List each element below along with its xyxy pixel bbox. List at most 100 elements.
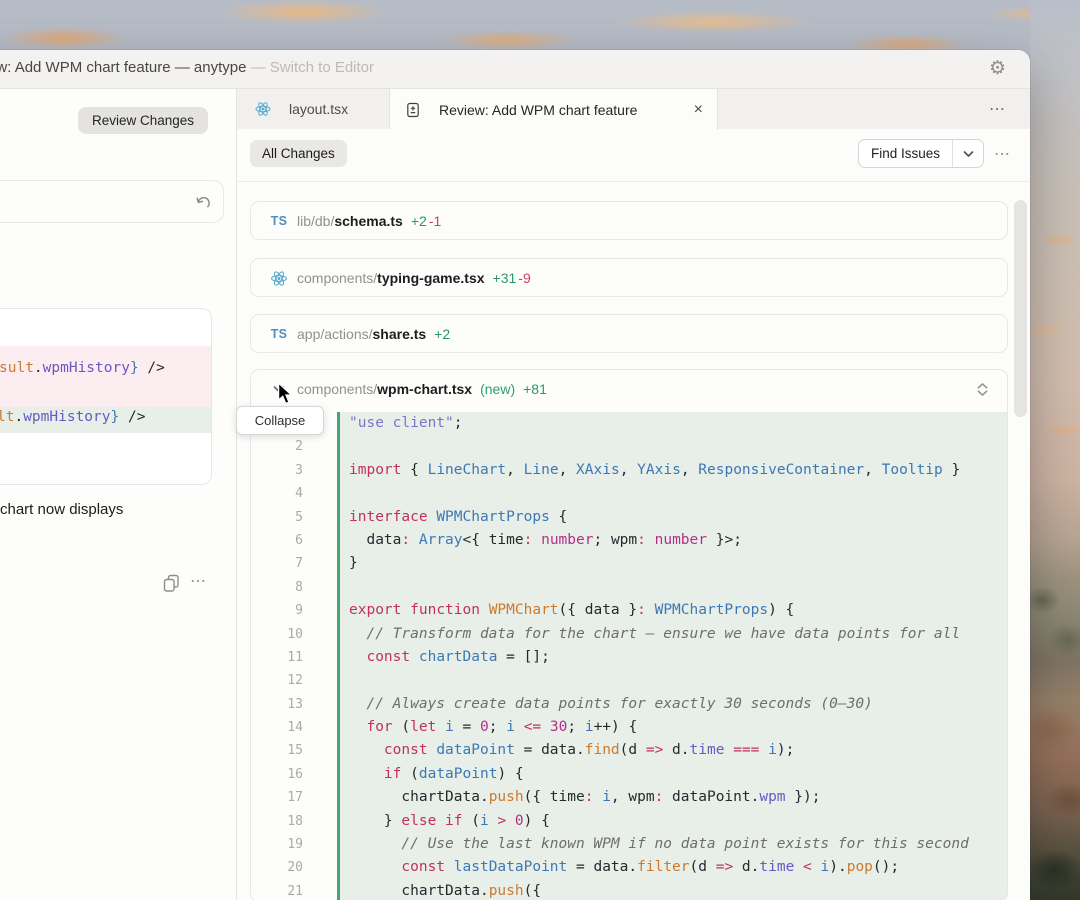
message-more-icon[interactable]: ⋯ (190, 571, 206, 591)
code-text: // Use the last known WPM if no data poi… (337, 833, 1007, 857)
code-line: 3 import { LineChart, Line, XAxis, YAxis,… (251, 458, 1007, 483)
code-line: 16 if (dataPoint) { (251, 762, 1007, 787)
code-text: } (337, 552, 1007, 576)
gear-icon[interactable]: ⚙ (989, 56, 1006, 82)
file-path: components/ (297, 270, 378, 286)
code-line: 21 chartData.push({ (251, 879, 1007, 900)
window-title-primary: Review: Add WPM chart feature — anytype (0, 59, 247, 76)
tab-label: Review: Add WPM chart feature (439, 101, 638, 118)
line-number: 16 (287, 766, 303, 782)
review-side-panel: Review Changes sult.wpmHistory} /> lt.wp… (0, 89, 237, 900)
react-icon (255, 102, 271, 116)
code-text: for (let i = 0; i <= 30; i++) { (337, 716, 1007, 740)
find-issues-label: Find Issues (871, 146, 941, 161)
close-icon[interactable]: × (694, 101, 703, 118)
react-icon (271, 270, 287, 286)
diff-snippet-card: sult.wpmHistory} /> lt.wpmHistory} /> (0, 308, 212, 485)
code-diff-view[interactable]: 1"use client"; 2 3 import { LineChart, Line… (251, 410, 1007, 900)
code-text: } else if (i > 0) { (337, 809, 1007, 834)
chat-input[interactable] (0, 180, 224, 223)
file-card-schema[interactable]: TS lib/db/schema.ts +2 -1 (250, 201, 1008, 240)
file-name: wpm-chart.tsx (377, 381, 473, 397)
added-count: +2 (410, 213, 427, 229)
chevron-down-icon[interactable] (952, 140, 983, 167)
tab-review[interactable]: Review: Add WPM chart feature × (390, 89, 718, 130)
added-count: +31 (492, 270, 517, 286)
code-text: chartData.push({ time: i, wpm: dataPoint… (337, 786, 1007, 810)
file-card-typing-game[interactable]: components/typing-game.tsx +31 -9 (250, 258, 1008, 297)
code-line: 9 export function WPMChart({ data }: WPMC… (251, 599, 1007, 623)
file-path: components/ (297, 381, 378, 397)
titlebar[interactable]: Review: Add WPM chart feature — anytype … (0, 50, 1030, 89)
code-text: chartData.push({ (337, 879, 1007, 900)
added-count: +81 (523, 381, 547, 397)
line-number: 18 (287, 813, 303, 829)
line-number: 3 (295, 462, 303, 478)
added-code-text: lt.wpmHistory} /> (0, 409, 146, 425)
removed-count: -1 (428, 213, 442, 229)
app-window: Review: Add WPM chart feature — anytype … (0, 50, 1030, 900)
code-line: 2 (251, 435, 1007, 459)
file-path: lib/db/ (297, 213, 335, 229)
scrollbar-thumb[interactable] (1014, 200, 1027, 417)
undo-icon[interactable] (194, 193, 212, 211)
file-name: typing-game.tsx (377, 270, 485, 286)
expand-collapse-icon[interactable] (977, 382, 988, 396)
code-line: 10 // Transform data for the chart – ens… (251, 622, 1007, 646)
tab-layout-tsx[interactable]: layout.tsx (237, 89, 390, 129)
diff-removed-line: sult.wpmHistory} /> (0, 346, 211, 407)
line-number: 19 (287, 837, 303, 853)
diff-added-line: lt.wpmHistory} /> (0, 407, 211, 433)
code-text (337, 482, 1007, 506)
line-number: 8 (295, 579, 303, 595)
code-text: export function WPMChart({ data }: WPMCh… (337, 599, 1007, 623)
code-line: 1"use client"; (251, 412, 1007, 436)
file-card-header[interactable]: components/wpm-chart.tsx (new) +81 (251, 370, 1007, 408)
line-number: 9 (295, 603, 303, 619)
code-text: "use client"; (337, 412, 1007, 436)
line-number: 13 (287, 696, 303, 712)
line-number: 7 (295, 556, 303, 572)
line-number: 21 (287, 883, 303, 899)
line-number: 5 (295, 509, 303, 525)
assistant-message-text: chart now displays (0, 501, 124, 518)
code-line: 14 for (let i = 0; i <= 30; i++) { (251, 716, 1007, 740)
code-text: const dataPoint = data.find(d => d.time … (337, 739, 1007, 763)
line-number: 17 (287, 790, 303, 806)
tab-bar: layout.tsx Review: Add WPM chart feature… (237, 89, 1030, 130)
code-text: const lastDataPoint = data.filter(d => d… (337, 856, 1007, 880)
window-title: Review: Add WPM chart feature — anytype … (0, 59, 374, 76)
line-number: 14 (287, 720, 303, 736)
code-text: interface WPMChartProps { (337, 505, 1007, 529)
code-line: 19 // Use the last known WPM if no data … (251, 833, 1007, 857)
code-line: 17 chartData.push({ time: i, wpm: dataPo… (251, 786, 1007, 810)
tabbar-more-icon[interactable]: ⋯ (989, 99, 1005, 119)
find-issues-button[interactable]: Find Issues (858, 139, 985, 168)
file-name: share.ts (372, 326, 427, 342)
review-toolbar: All Changes Find Issues ⋯ (237, 129, 1030, 182)
copy-icon[interactable] (162, 573, 181, 592)
code-line: 18 } else if (i > 0) { (251, 809, 1007, 834)
collapse-tooltip: Collapse (236, 406, 324, 435)
code-line: 7} (251, 552, 1007, 576)
file-name: schema.ts (334, 213, 403, 229)
tab-label: layout.tsx (289, 101, 349, 117)
line-number: 12 (287, 673, 303, 689)
removed-count: -9 (518, 270, 531, 286)
line-number: 11 (287, 649, 303, 665)
screen: Review: Add WPM chart feature — anytype … (0, 0, 1080, 900)
mouse-cursor (277, 382, 294, 405)
code-text: const chartData = []; (337, 645, 1007, 670)
code-text (337, 575, 1007, 600)
code-line: 15 const dataPoint = data.find(d => d.ti… (251, 739, 1007, 763)
code-text: if (dataPoint) { (337, 762, 1007, 787)
code-text (337, 669, 1007, 693)
code-line: 20 const lastDataPoint = data.filter(d =… (251, 856, 1007, 880)
line-number: 4 (295, 486, 303, 502)
all-changes-filter[interactable]: All Changes (250, 140, 347, 167)
toolbar-more-icon[interactable]: ⋯ (994, 144, 1010, 164)
file-card-share[interactable]: TS app/actions/share.ts +2 (250, 314, 1008, 353)
review-changes-button[interactable]: Review Changes (78, 107, 208, 134)
desktop-wallpaper-right (1030, 0, 1080, 900)
removed-code-text: sult.wpmHistory} /> (0, 360, 165, 376)
